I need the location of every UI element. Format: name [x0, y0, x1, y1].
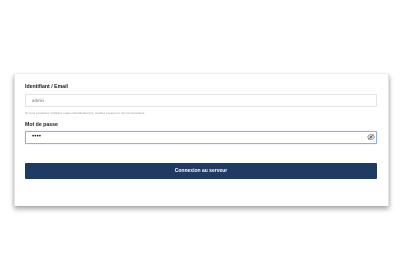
identifier-input[interactable]: [25, 94, 377, 107]
password-input[interactable]: ••••: [25, 131, 377, 144]
eye-slash-icon[interactable]: [367, 133, 375, 141]
login-card: Identifiant / Email Si vous possédez mul…: [14, 74, 389, 206]
connect-button[interactable]: Connexion au serveur: [25, 163, 377, 179]
identifier-hint: Si vous possédez multiples codes identif…: [25, 111, 146, 115]
identifier-label: Identifiant / Email: [25, 84, 68, 90]
page: Identifiant / Email Si vous possédez mul…: [0, 0, 400, 267]
password-label: Mot de passe: [25, 122, 58, 128]
